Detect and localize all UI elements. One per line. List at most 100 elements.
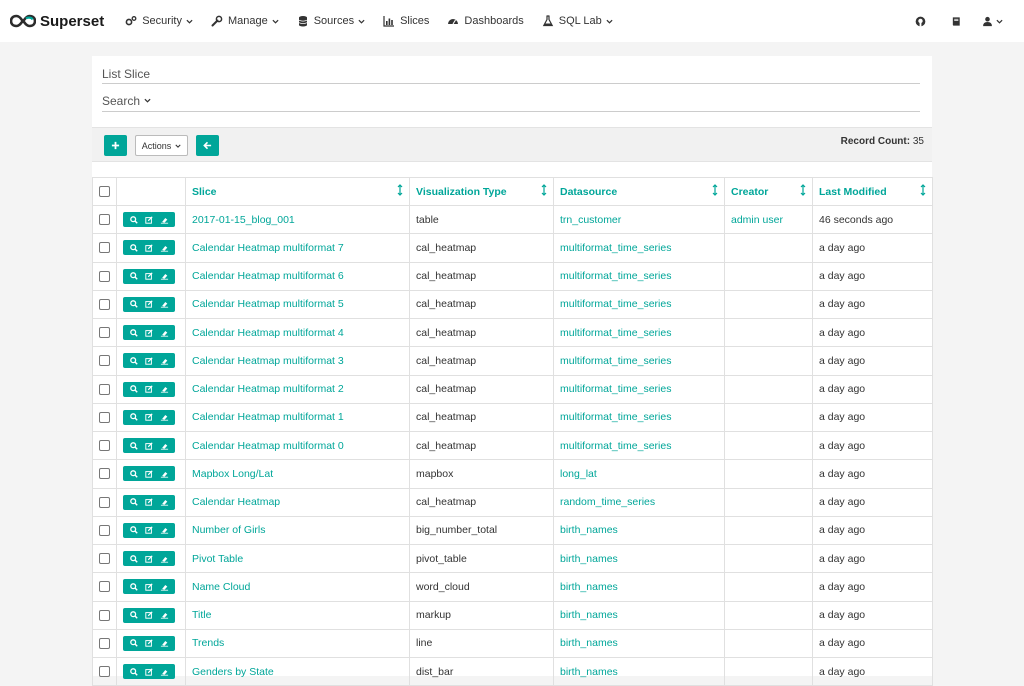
datasource-link[interactable]: multiformat_time_series [560,327,671,339]
row-checkbox[interactable] [99,242,110,254]
column-header-slice[interactable]: Slice [185,177,410,206]
search-toggle[interactable]: Search [102,94,920,112]
edit-icon[interactable] [143,609,155,621]
row-checkbox[interactable] [99,270,110,282]
row-checkbox[interactable] [99,355,110,367]
actions-dropdown[interactable]: Actions [135,135,188,156]
slice-link[interactable]: Trends [192,637,224,649]
slice-link[interactable]: Name Cloud [192,581,250,593]
column-header-last-modified[interactable]: Last Modified [812,177,933,206]
delete-icon[interactable] [158,242,170,254]
delete-icon[interactable] [158,440,170,452]
view-icon[interactable] [128,524,140,536]
back-button[interactable] [196,135,219,156]
row-checkbox[interactable] [99,553,110,565]
datasource-link[interactable]: multiformat_time_series [560,383,671,395]
edit-icon[interactable] [143,411,155,423]
nav-sql-lab[interactable]: SQL Lab [533,0,622,42]
datasource-link[interactable]: birth_names [560,637,618,649]
view-icon[interactable] [128,327,140,339]
datasource-link[interactable]: multiformat_time_series [560,355,671,367]
edit-icon[interactable] [143,214,155,226]
edit-icon[interactable] [143,242,155,254]
delete-icon[interactable] [158,298,170,310]
edit-icon[interactable] [143,440,155,452]
edit-icon[interactable] [143,581,155,593]
slice-link[interactable]: Calendar Heatmap multiformat 3 [192,355,344,367]
view-icon[interactable] [128,609,140,621]
row-checkbox[interactable] [99,411,110,423]
slice-link[interactable]: Calendar Heatmap multiformat 0 [192,440,344,452]
slice-link[interactable]: Pivot Table [192,553,243,565]
delete-icon[interactable] [158,214,170,226]
edit-icon[interactable] [143,355,155,367]
datasource-link[interactable]: birth_names [560,553,618,565]
edit-icon[interactable] [143,553,155,565]
slice-link[interactable]: Calendar Heatmap multiformat 2 [192,383,344,395]
view-icon[interactable] [128,383,140,395]
datasource-link[interactable]: long_lat [560,468,597,480]
datasource-link[interactable]: trn_customer [560,214,621,226]
nav-manage[interactable]: Manage [202,0,288,42]
slice-link[interactable]: Title [192,609,211,621]
nav-sources[interactable]: Sources [288,0,374,42]
edit-icon[interactable] [143,496,155,508]
user-icon[interactable] [974,0,1010,42]
slice-link[interactable]: Calendar Heatmap multiformat 5 [192,298,344,310]
row-checkbox[interactable] [99,581,110,593]
slice-link[interactable]: Calendar Heatmap multiformat 7 [192,242,344,254]
slice-link[interactable]: Number of Girls [192,524,266,536]
edit-icon[interactable] [143,468,155,480]
delete-icon[interactable] [158,327,170,339]
row-checkbox[interactable] [99,440,110,452]
row-checkbox[interactable] [99,524,110,536]
delete-icon[interactable] [158,581,170,593]
row-checkbox[interactable] [99,298,110,310]
datasource-link[interactable]: multiformat_time_series [560,242,671,254]
row-checkbox[interactable] [99,609,110,621]
edit-icon[interactable] [143,383,155,395]
row-checkbox[interactable] [99,496,110,508]
column-header-viz-type[interactable]: Visualization Type [409,177,554,206]
row-checkbox[interactable] [99,383,110,395]
row-checkbox[interactable] [99,637,110,649]
slice-link[interactable]: Mapbox Long/Lat [192,468,273,480]
nav-security[interactable]: Security [116,0,202,42]
view-icon[interactable] [128,440,140,452]
delete-icon[interactable] [158,496,170,508]
delete-icon[interactable] [158,609,170,621]
view-icon[interactable] [128,242,140,254]
brand[interactable]: Superset [10,13,104,30]
datasource-link[interactable]: random_time_series [560,496,655,508]
delete-icon[interactable] [158,637,170,649]
datasource-link[interactable]: multiformat_time_series [560,270,671,282]
delete-icon[interactable] [158,383,170,395]
view-icon[interactable] [128,637,140,649]
select-all-checkbox[interactable] [99,186,110,197]
datasource-link[interactable]: multiformat_time_series [560,411,671,423]
view-icon[interactable] [128,270,140,282]
nav-dashboards[interactable]: Dashboards [438,0,532,42]
delete-icon[interactable] [158,411,170,423]
github-icon[interactable] [902,0,938,42]
edit-icon[interactable] [143,327,155,339]
view-icon[interactable] [128,355,140,367]
slice-link[interactable]: Calendar Heatmap [192,496,280,508]
edit-icon[interactable] [143,270,155,282]
datasource-link[interactable]: birth_names [560,609,618,621]
delete-icon[interactable] [158,524,170,536]
row-checkbox[interactable] [99,327,110,339]
delete-icon[interactable] [158,553,170,565]
slice-link[interactable]: Calendar Heatmap multiformat 1 [192,411,344,423]
nav-slices[interactable]: Slices [374,0,438,42]
view-icon[interactable] [128,411,140,423]
view-icon[interactable] [128,298,140,310]
view-icon[interactable] [128,553,140,565]
view-icon[interactable] [128,214,140,226]
delete-icon[interactable] [158,468,170,480]
slice-link[interactable]: Calendar Heatmap multiformat 4 [192,327,344,339]
add-slice-button[interactable] [104,135,127,156]
column-header-datasource[interactable]: Datasource [553,177,725,206]
column-header-creator[interactable]: Creator [724,177,813,206]
view-icon[interactable] [128,468,140,480]
